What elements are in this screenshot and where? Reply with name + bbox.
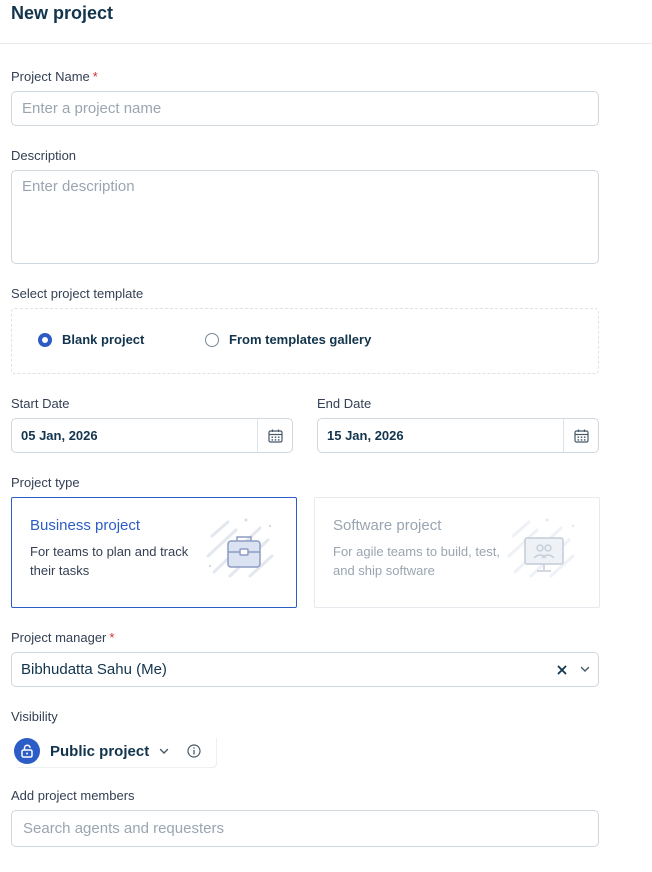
software-project-card[interactable]: Software project For agile teams to buil…	[314, 497, 600, 608]
software-project-title: Software project	[333, 517, 442, 534]
monitor-users-icon	[507, 518, 575, 578]
project-name-input[interactable]: Enter a project name	[11, 91, 599, 126]
start-date-picker[interactable]: 05 Jan, 2026	[11, 418, 293, 453]
members-placeholder: Search agents and requesters	[23, 820, 224, 837]
radio-templates-gallery[interactable]: From templates gallery	[205, 332, 371, 347]
unlock-icon	[14, 738, 40, 764]
template-label: Select project template	[11, 286, 144, 301]
end-date-picker[interactable]: 15 Jan, 2026	[317, 418, 599, 453]
end-date-label: End Date	[317, 396, 372, 411]
radio-blank-project-label: Blank project	[62, 332, 145, 347]
start-date-label: Start Date	[11, 396, 70, 411]
project-manager-label: Project manager *	[11, 630, 115, 645]
start-date-value: 05 Jan, 2026	[21, 428, 98, 443]
visibility-value: Public project	[50, 742, 150, 760]
project-manager-select[interactable]: Bibhudatta Sahu (Me)	[11, 652, 599, 687]
description-placeholder: Enter description	[22, 178, 135, 195]
calendar-icon[interactable]	[563, 419, 598, 452]
briefcase-icon	[206, 518, 274, 578]
end-date-value: 15 Jan, 2026	[327, 428, 404, 443]
radio-blank-project[interactable]: Blank project	[38, 332, 144, 347]
header-divider	[0, 43, 652, 44]
info-icon[interactable]	[187, 744, 201, 758]
members-search-input[interactable]: Search agents and requesters	[11, 810, 599, 847]
chevron-down-icon[interactable]	[572, 666, 598, 673]
project-name-placeholder: Enter a project name	[22, 100, 162, 117]
project-type-label: Project type	[11, 475, 80, 490]
project-name-label: Project Name *	[11, 69, 98, 84]
chevron-down-icon	[159, 748, 169, 755]
radio-templates-gallery-label: From templates gallery	[229, 332, 372, 347]
description-label: Description	[11, 148, 77, 163]
description-textarea[interactable]: Enter description	[11, 170, 599, 264]
visibility-label: Visibility	[11, 709, 58, 724]
business-project-title: Business project	[30, 517, 141, 534]
calendar-icon[interactable]	[257, 419, 292, 452]
project-manager-value: Bibhudatta Sahu (Me)	[21, 661, 167, 678]
radio-selected-indicator	[38, 332, 52, 347]
visibility-dropdown[interactable]: Public project	[14, 735, 216, 767]
close-icon[interactable]	[552, 665, 572, 675]
business-project-card[interactable]: Business project For teams to plan and t…	[11, 497, 297, 608]
members-label: Add project members	[11, 788, 135, 803]
business-project-description: For teams to plan and track their tasks	[30, 544, 189, 578]
radio-unselected-indicator	[205, 332, 219, 347]
page-title: New project	[11, 3, 114, 23]
software-project-description: For agile teams to build, test, and ship…	[333, 544, 500, 578]
